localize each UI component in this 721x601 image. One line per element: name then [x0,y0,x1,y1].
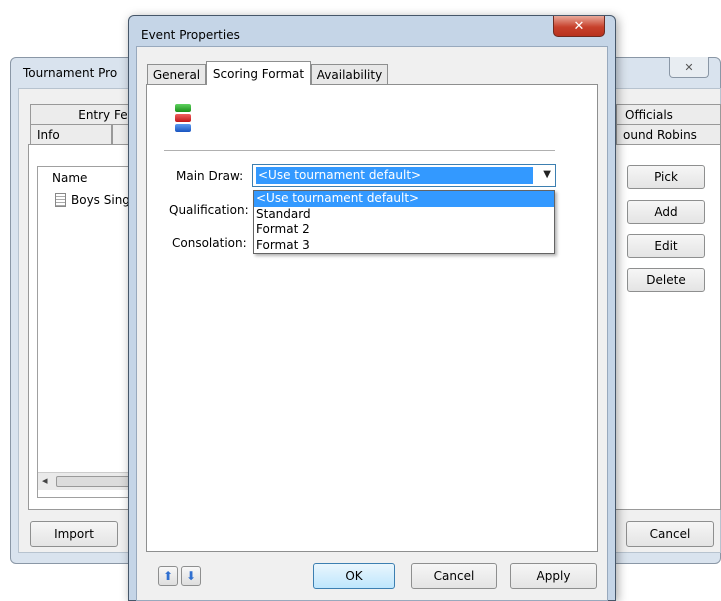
tab-availability-label: Availability [316,68,383,82]
dropdown-option[interactable]: <Use tournament default> [254,191,554,207]
consolation-label: Consolation: [172,236,247,250]
pick-button[interactable]: Pick [627,165,705,189]
tournament-window-title: Tournament Pro [23,66,118,80]
list-horizontal-scrollbar[interactable]: ◂ [38,472,136,490]
tab-general-label: General [152,68,201,82]
arrow-up-icon: ⬆ [162,569,174,583]
qualification-label: Qualification: [169,203,249,217]
scroll-left-icon[interactable]: ◂ [42,474,48,487]
main-draw-selected-value: <Use tournament default> [256,167,533,184]
dropdown-option[interactable]: Standard [254,207,554,223]
tab-info-label: Info [37,128,60,142]
list-item[interactable]: Boys Sing [55,193,130,207]
add-button[interactable]: Add [627,200,705,224]
document-icon [55,193,66,207]
dropdown-option[interactable]: Format 2 [254,222,554,238]
scoring-format-panel [146,84,598,552]
dialog-cancel-button[interactable]: Cancel [411,563,497,589]
list-header-name[interactable]: Name [52,171,87,185]
tab-scoring-format[interactable]: Scoring Format [206,61,311,85]
tab-round-robins[interactable]: ound Robins [616,124,721,145]
tournament-close-button[interactable]: ✕ [669,57,709,78]
delete-button[interactable]: Delete [627,268,705,292]
event-list[interactable] [37,166,137,498]
import-button[interactable]: Import [30,521,118,547]
main-draw-select[interactable]: <Use tournament default> ▼ [252,164,556,187]
arrow-down-icon: ⬇ [185,569,197,583]
move-down-button[interactable]: ⬇ [181,566,201,586]
edit-button[interactable]: Edit [627,234,705,258]
tab-scoring-format-label: Scoring Format [212,66,305,81]
list-item-label: Boys Sing [71,193,130,207]
dialog-close-button[interactable]: ✕ [553,16,605,37]
tournament-cancel-button[interactable]: Cancel [626,521,714,547]
dialog-title: Event Properties [141,28,240,42]
stacked-color-blocks-icon [175,104,191,134]
close-icon: ✕ [684,60,694,74]
separator-line [164,150,555,151]
tab-round-robins-label: ound Robins [623,128,697,142]
tab-officials[interactable]: Officials [616,104,721,125]
dropdown-option[interactable]: Format 3 [254,238,554,254]
tab-officials-label: Officials [625,108,673,122]
main-draw-dropdown-list[interactable]: <Use tournament default> Standard Format… [253,190,555,254]
tab-entry-fee-label: Entry Fee [78,108,135,122]
ok-button[interactable]: OK [313,563,395,589]
tab-availability[interactable]: Availability [311,64,388,85]
apply-button[interactable]: Apply [510,563,597,589]
tab-entry-fee[interactable]: Entry Fee [30,104,140,125]
scroll-thumb[interactable] [56,476,134,487]
tab-info[interactable]: Info [30,124,112,145]
tab-general[interactable]: General [147,64,206,85]
main-draw-label: Main Draw: [176,169,244,183]
chevron-down-icon[interactable]: ▼ [543,169,551,180]
move-up-button[interactable]: ⬆ [158,566,178,586]
close-icon: ✕ [573,18,585,34]
